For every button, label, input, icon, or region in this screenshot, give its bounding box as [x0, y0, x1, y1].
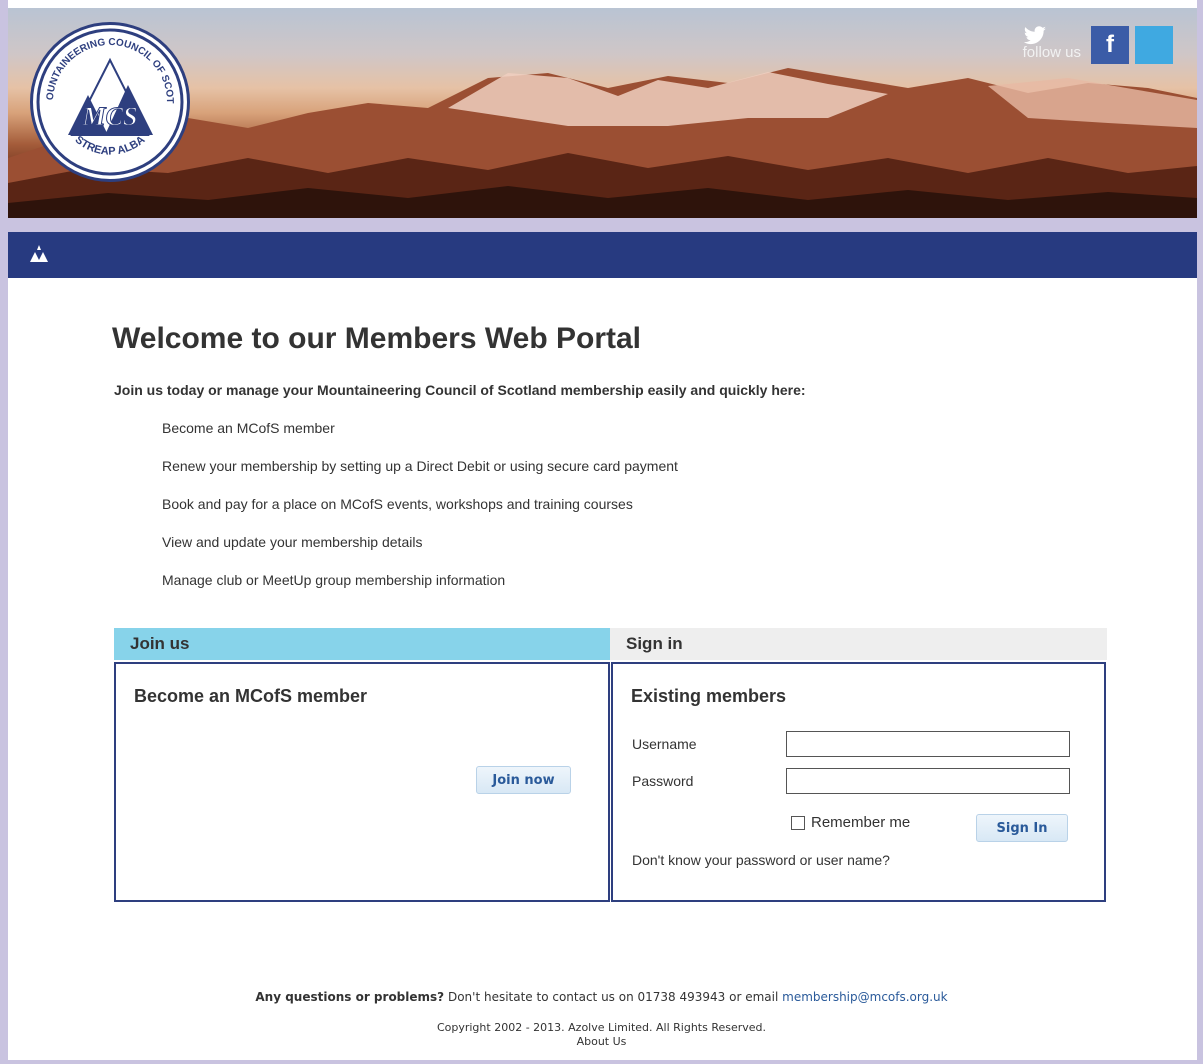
header-banner: THE MOUNTAINEERING COUNCIL OF SCOTLAND S…	[8, 8, 1197, 218]
logo-initials: MCS	[82, 102, 138, 131]
list-item: Renew your membership by setting up a Di…	[162, 458, 678, 474]
password-input[interactable]	[786, 768, 1070, 794]
list-item: View and update your membership details	[162, 534, 423, 550]
header-separator	[8, 218, 1197, 232]
username-input[interactable]	[786, 731, 1070, 757]
footer-question: Any questions or problems?	[255, 990, 445, 1004]
about-us-link[interactable]: About Us	[0, 1035, 1203, 1049]
tab-sign-in[interactable]: Sign in	[610, 628, 1107, 660]
sign-in-button[interactable]: Sign In	[976, 814, 1068, 842]
remember-me-checkbox[interactable]	[791, 815, 805, 830]
join-panel-title: Become an MCofS member	[134, 686, 368, 706]
list-item: Become an MCofS member	[162, 420, 335, 436]
join-panel: Become an MCofS member Join now	[113, 661, 611, 903]
copyright-text: Copyright 2002 - 2013. Azolve Limited. A…	[436, 1021, 767, 1034]
remember-me[interactable]: Remember me	[791, 814, 910, 831]
mountain-logo-icon[interactable]	[28, 244, 50, 264]
footer-copyright: Copyright 2002 - 2013. Azolve Limited. A…	[0, 1021, 1203, 1049]
page-title: Welcome to our Members Web Portal	[112, 322, 641, 355]
signin-panel: Existing members Username Password Remem…	[610, 661, 1107, 903]
username-label: Username	[632, 736, 697, 752]
footer-contact-text: Don't hesitate to contact us on 01738 49…	[444, 990, 783, 1004]
join-now-button[interactable]: Join now	[476, 766, 571, 794]
list-item: Book and pay for a place on MCofS events…	[162, 496, 633, 512]
forgot-credentials-link[interactable]: Don't know your password or user name?	[632, 852, 890, 868]
mcofs-logo[interactable]: THE MOUNTAINEERING COUNCIL OF SCOTLAND S…	[30, 22, 190, 182]
social-follow: follow us f	[1023, 26, 1173, 64]
navigation-bar	[8, 232, 1197, 278]
footer-contact: Any questions or problems? Don't hesitat…	[0, 990, 1203, 1004]
feature-list: Become an MCofS member Renew your member…	[162, 419, 678, 609]
list-item: Manage club or MeetUp group membership i…	[162, 572, 506, 588]
remember-me-label: Remember me	[811, 814, 911, 831]
intro-text: Join us today or manage your Mountaineer…	[114, 382, 806, 398]
password-label: Password	[632, 773, 694, 789]
follow-us-label: follow us	[1022, 43, 1081, 61]
signin-panel-title: Existing members	[631, 686, 787, 706]
facebook-icon[interactable]: f	[1091, 26, 1129, 64]
twitter-icon[interactable]	[1023, 26, 1173, 64]
tab-join-us[interactable]: Join us	[114, 628, 610, 660]
email-link[interactable]: membership@mcofs.org.uk	[782, 990, 947, 1004]
